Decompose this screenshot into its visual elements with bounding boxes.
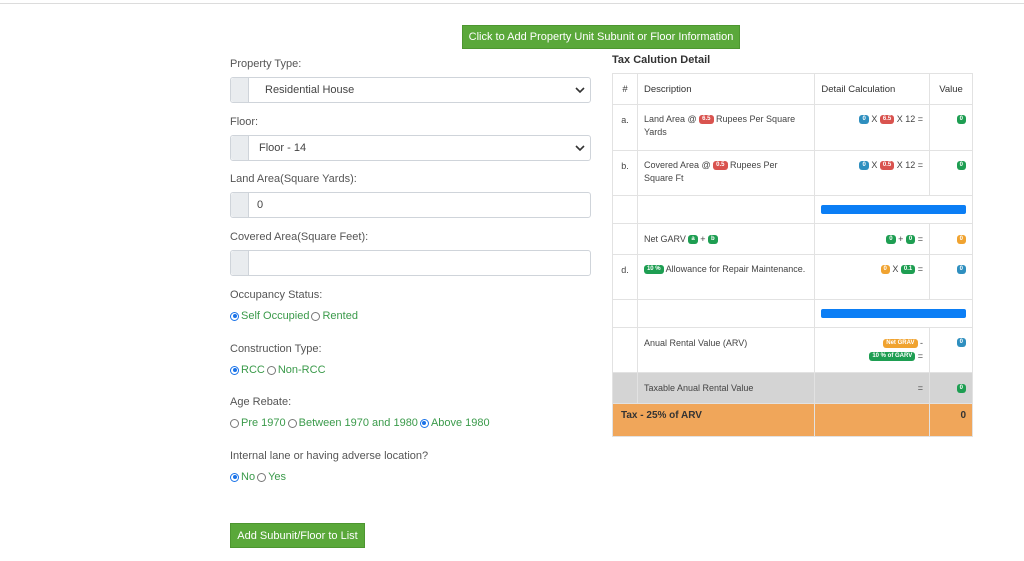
table-header-row: # Description Detail Calculation Value [612,73,973,105]
occupancy-option-self[interactable]: Self Occupied [230,310,309,322]
table-row-separator [612,195,973,224]
table-row-separator [612,299,973,328]
land-area-label: Land Area(Square Yards): [230,173,357,185]
age-rebate-radio-group: Pre 1970 Between 1970 and 1980 Above 198… [230,417,492,429]
floor-label: Floor: [230,116,259,128]
occupancy-radio-group: Self Occupied Rented [230,310,360,322]
covered-area-addon [231,251,249,275]
land-area-addon [231,193,249,217]
add-subunit-button[interactable]: Add Subunit/Floor to List [230,523,365,548]
top-divider [0,3,1024,4]
floor-value: Floor - 14 [259,142,307,154]
rate-badge: 0.5 [713,161,728,171]
property-type-value: Residential House [265,84,355,96]
age-rebate-label: Age Rebate: [230,396,292,408]
radio-unchecked-icon[interactable] [257,472,267,482]
rate-badge: 6.5 [699,115,714,125]
occupancy-label: Occupancy Status: [230,289,323,301]
property-type-select[interactable]: Residential House [230,77,591,103]
occupancy-option-rented[interactable]: Rented [311,310,358,322]
radio-checked-icon[interactable] [230,365,239,375]
table-row-net-garv: Net GARV a + b 0 + 0 = 0 [612,223,973,255]
land-area-input[interactable]: 0 [230,192,591,218]
radio-checked-icon[interactable] [419,418,429,428]
table-row-arv: Anual Rental Value (ARV) Net GRAV - 10 %… [612,327,973,373]
age-option-above-1980[interactable]: Above 1980 [419,417,490,429]
tax-total-value: 0 [929,403,973,437]
tax-detail-table: # Description Detail Calculation Value a… [611,73,973,437]
progress-bar [821,309,966,318]
age-option-pre-1970[interactable]: Pre 1970 [230,417,286,429]
property-type-label: Property Type: [230,58,302,70]
construction-radio-group: RCC Non-RCC [230,364,328,376]
floor-addon [231,136,249,160]
header-calculation: Detail Calculation [814,73,931,105]
lane-option-no[interactable]: No [230,471,255,483]
covered-area-input[interactable] [230,250,591,276]
property-type-addon [231,78,249,102]
lane-option-yes[interactable]: Yes [257,471,286,483]
radio-unchecked-icon[interactable] [311,311,321,321]
radio-checked-icon[interactable] [230,311,239,321]
covered-area-label: Covered Area(Square Feet): [230,231,369,243]
land-area-value: 0 [257,199,264,211]
floor-select[interactable]: Floor - 14 [230,135,591,161]
header-description: Description [636,73,816,105]
radio-unchecked-icon[interactable] [230,418,239,428]
age-option-1970-1980[interactable]: Between 1970 and 1980 [287,417,418,429]
table-row-land-area: a. Land Area @ 6.5 Rupees Per Square Yar… [612,104,973,151]
construction-option-rcc[interactable]: RCC [230,364,265,376]
tax-detail-title: Tax Calution Detail [612,54,711,66]
table-row-tax-total: Tax - 25% of ARV 0 [611,403,973,437]
construction-label: Construction Type: [230,343,322,355]
table-row-allowance: d. 10 % Allowance for Repair Maintenance… [612,254,973,300]
chevron-down-icon [575,87,585,94]
progress-bar [821,205,966,214]
lane-label: Internal lane or having adverse location… [230,450,429,462]
table-row-taxable-arv: Taxable Anual Rental Value = 0 [612,372,973,404]
radio-unchecked-icon[interactable] [287,418,297,428]
table-row-covered-area: b. Covered Area @ 0.5 Rupees Per Square … [612,150,973,196]
add-property-unit-button[interactable]: Click to Add Property Unit Subunit or Fl… [462,25,740,49]
chevron-down-icon [575,145,585,152]
header-value: Value [929,73,973,105]
lane-radio-group: No Yes [230,471,288,483]
construction-option-non-rcc[interactable]: Non-RCC [266,364,326,376]
tax-total-label: Tax - 25% of ARV [611,403,816,437]
radio-checked-icon[interactable] [230,472,239,482]
radio-unchecked-icon[interactable] [266,365,276,375]
header-num: # [612,73,638,105]
